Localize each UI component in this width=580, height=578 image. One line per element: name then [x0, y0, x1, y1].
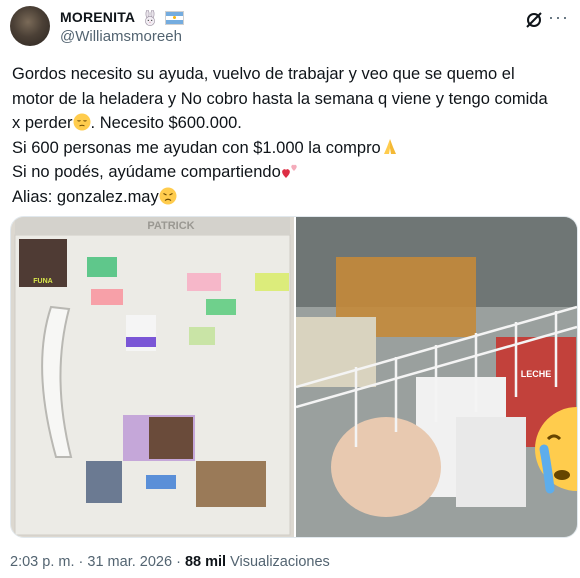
magnet-text: FUNA: [33, 278, 52, 285]
tweet-header: MORENITA @Williamsmoreeh ···: [10, 6, 570, 48]
fridge-brand: PATRICK: [147, 220, 194, 232]
disappointed-face-icon: [159, 187, 177, 204]
fridge-door-photo[interactable]: PATRICK FUNA: [11, 217, 294, 537]
tweet-text: Gordos necesito su ayuda, vuelvo de trab…: [12, 62, 572, 209]
display-name-text[interactable]: MORENITA: [60, 9, 135, 25]
views-label: Visualizaciones: [230, 554, 330, 570]
post-time[interactable]: 2:03 p. m.: [10, 554, 74, 570]
meta-separator: ·: [78, 554, 84, 570]
user-handle[interactable]: @Williamsmoreeh: [60, 28, 182, 45]
display-name[interactable]: MORENITA: [60, 9, 184, 27]
tweet-line: x perder . Necesito $600.000.: [12, 113, 242, 132]
tweet-metadata: 2:03 p. m. · 31 mar. 2026 · 88 mil Visua…: [10, 554, 330, 570]
pensive-face-icon: [73, 113, 91, 131]
meta-separator: ·: [176, 554, 181, 570]
tweet-line: Gordos necesito su ayuda, vuelvo de trab…: [12, 65, 515, 83]
tweet-line: Si 600 personas me ayudan con $1.000 la …: [12, 136, 572, 161]
tweet-line: Si no podés, ayúdame compartiendo: [12, 160, 572, 185]
fridge-interior-photo[interactable]: LECHE: [296, 217, 577, 537]
tweet-line: motor de la heladera y No cobro hasta la…: [12, 89, 548, 108]
two-hearts-icon: [281, 164, 297, 178]
more-options-icon[interactable]: ···: [548, 8, 568, 30]
milk-package-label: LECHE: [521, 369, 552, 379]
views-count: 88 mil: [184, 554, 227, 570]
tweet-line: Alias: gonzalez.may: [12, 185, 572, 210]
avatar[interactable]: [10, 6, 50, 46]
tweet-media[interactable]: PATRICK FUNA LECHE: [10, 216, 578, 538]
argentina-flag-icon: [164, 11, 184, 26]
post-date[interactable]: 31 mar. 2026: [87, 554, 172, 570]
folded-hands-icon: [383, 138, 396, 154]
grok-icon[interactable]: [524, 10, 544, 30]
rabbit-icon: [144, 10, 155, 27]
